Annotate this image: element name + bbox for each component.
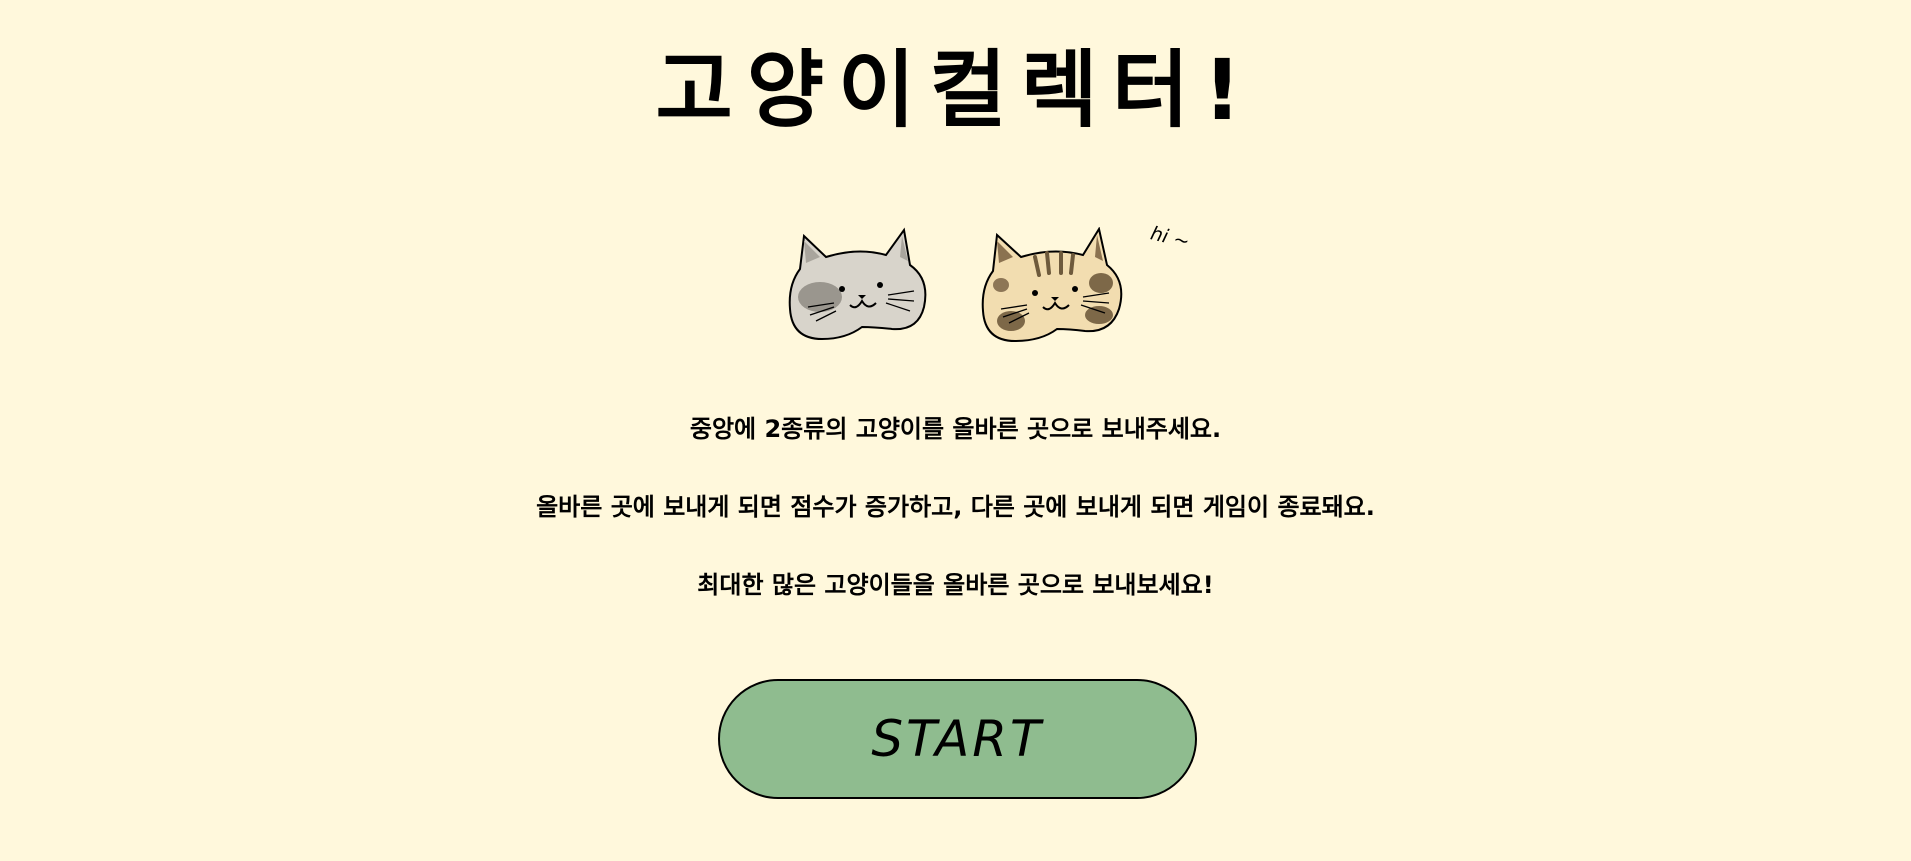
page-title: 고양이컬렉터! [655, 41, 1256, 139]
speech-label: hi ~ [1148, 222, 1192, 254]
instruction-line: 최대한 많은 고양이들을 올바른 곳으로 보내보세요! [697, 571, 1214, 599]
instructions: 중앙에 2종류의 고양이를 올바른 곳으로 보내주세요. 올바른 곳에 보내게 … [0, 412, 1911, 646]
instruction-line: 올바른 곳에 보내게 되면 점수가 증가하고, 다른 곳에 보내게 되면 게임이… [536, 493, 1375, 521]
instruction-line: 중앙에 2종류의 고양이를 올바른 곳으로 보내주세요. [689, 415, 1222, 443]
tabby-cat-icon [981, 227, 1123, 343]
cat-illustration: hi ~ [786, 222, 1206, 352]
gray-cat-icon [788, 227, 927, 341]
start-button[interactable]: START [718, 679, 1197, 799]
start-screen: 고양이컬렉터! hi ~ 중앙에 2종류의 고양이를 올바른 곳으로 보내주세요… [0, 0, 1911, 861]
